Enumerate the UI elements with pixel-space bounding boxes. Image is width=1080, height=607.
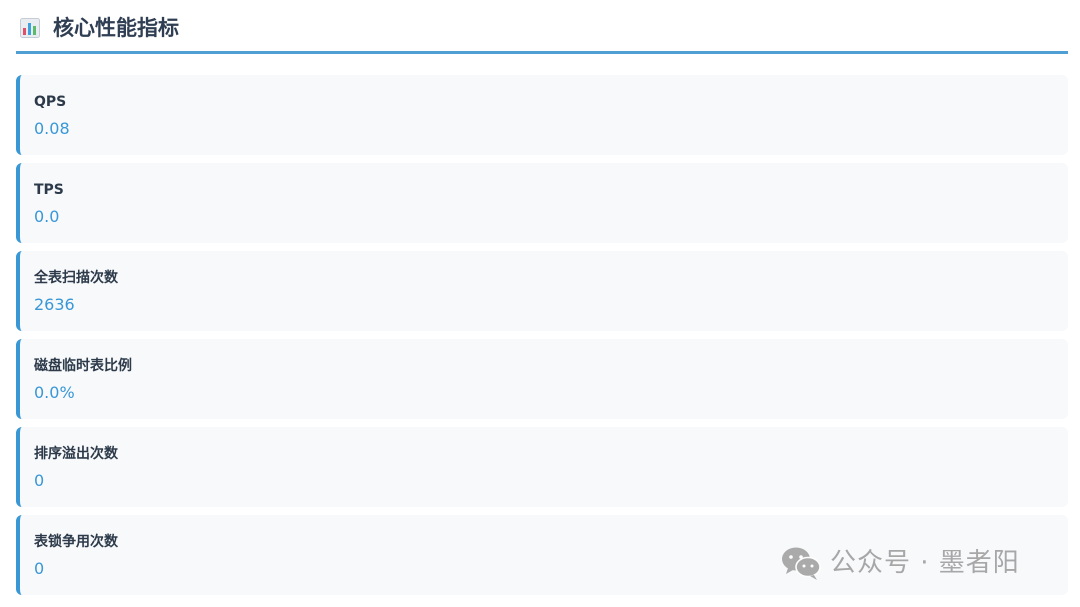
metric-label: 排序溢出次数 <box>34 446 118 462</box>
metric-label: 表锁争用次数 <box>34 534 118 550</box>
metric-card-sort-overflow: 排序溢出次数 0 <box>16 427 1068 507</box>
metric-label: 全表扫描次数 <box>34 270 118 286</box>
metric-label: QPS <box>34 94 67 110</box>
metric-card-qps: QPS 0.08 <box>16 75 1068 155</box>
metric-value: 0 <box>34 559 45 578</box>
metric-card-tps: TPS 0.0 <box>16 163 1068 243</box>
metric-value: 0.0% <box>34 383 75 402</box>
metric-label: 磁盘临时表比例 <box>34 358 132 374</box>
section-title: 核心性能指标 <box>53 16 179 40</box>
metric-card-disk-temp-table-ratio: 磁盘临时表比例 0.0% <box>16 339 1068 419</box>
performance-metrics-page: 核心性能指标 QPS 0.08 TPS 0.0 全表扫描次数 2636 磁盘临时… <box>0 0 1080 607</box>
metric-value: 0.08 <box>34 119 70 138</box>
bar-chart-icon <box>20 18 40 38</box>
watermark: 公众号 · 墨者阳 <box>780 545 1020 581</box>
watermark-text: 公众号 · 墨者阳 <box>830 548 1020 578</box>
section-header: 核心性能指标 <box>16 0 1068 54</box>
metric-value: 2636 <box>34 295 75 314</box>
wechat-icon <box>782 547 821 580</box>
metric-label: TPS <box>34 182 64 198</box>
metric-card-full-table-scans: 全表扫描次数 2636 <box>16 251 1068 331</box>
metric-value: 0 <box>34 471 45 490</box>
metric-value: 0.0 <box>34 207 60 226</box>
